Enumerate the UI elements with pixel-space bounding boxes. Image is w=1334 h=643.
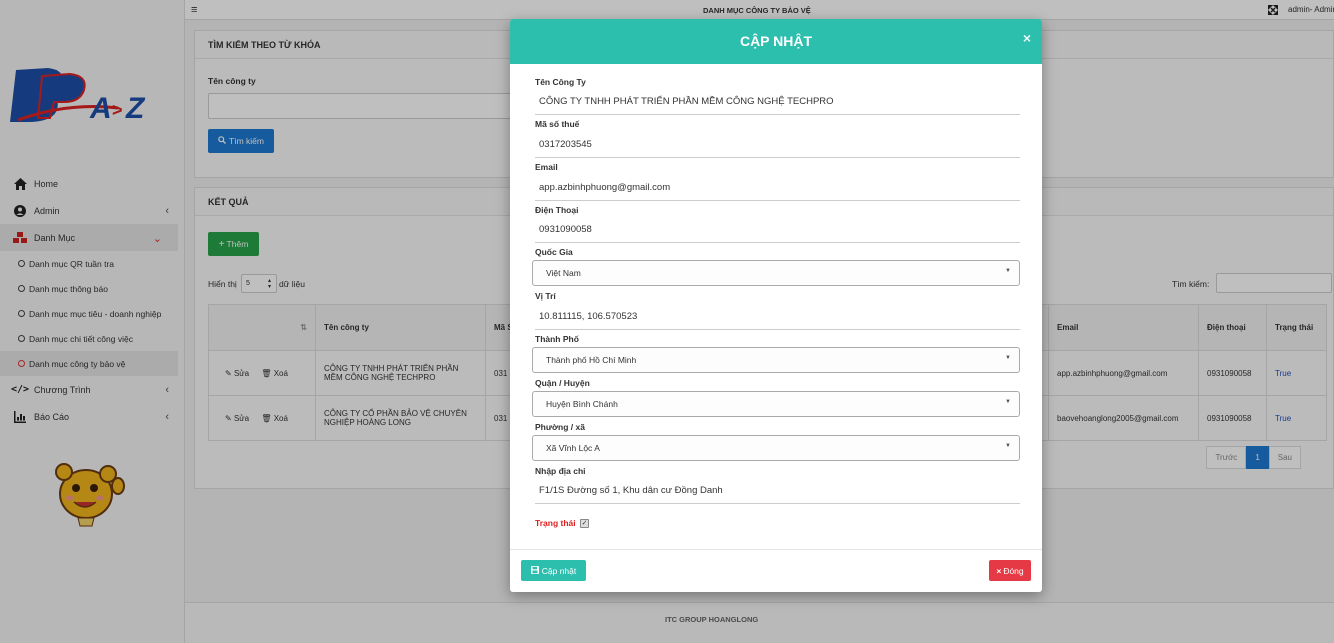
company-name-field[interactable]: CÔNG TY TNHH PHÁT TRIỂN PHẦN MỀM CÔNG NG…: [535, 89, 1020, 115]
modal-footer-divider: [510, 549, 1042, 550]
district-value: Huyện Bình Chánh: [546, 399, 618, 409]
ward-value: Xã Vĩnh Lộc A: [546, 443, 600, 453]
city-label: Thành Phố: [535, 334, 579, 344]
close-x-icon: ×: [996, 565, 1002, 576]
email-field[interactable]: app.azbinhphuong@gmail.com: [535, 175, 1020, 201]
city-value: Thành phố Hồ Chí Minh: [546, 355, 637, 365]
tax-code-label: Mã số thuế: [535, 119, 580, 129]
status-label: Trạng thái: [535, 518, 576, 528]
address-field[interactable]: F1/1S Đường số 1, Khu dân cư Đồng Danh: [535, 478, 1020, 504]
country-value: Việt Nam: [546, 268, 581, 278]
location-field[interactable]: 10.811115, 106.570523: [535, 304, 1020, 330]
chevron-down-icon: ▼: [1005, 355, 1011, 361]
ward-select[interactable]: Xã Vĩnh Lộc A ▼: [532, 435, 1020, 461]
save-icon: [530, 565, 539, 576]
status-checkbox[interactable]: ✓: [580, 519, 589, 528]
close-button[interactable]: × Đóng: [989, 560, 1031, 581]
district-select[interactable]: Huyện Bình Chánh ▼: [532, 391, 1020, 417]
phone-field[interactable]: 0931090058: [535, 217, 1020, 243]
address-label: Nhập địa chỉ: [535, 466, 586, 476]
company-name-label: Tên Công Ty: [535, 77, 586, 87]
update-modal: CẬP NHẬT × Tên Công Ty CÔNG TY TNHH PHÁT…: [510, 19, 1042, 592]
close-button-label: Đóng: [1003, 565, 1024, 576]
chevron-down-icon: ▼: [1005, 268, 1011, 274]
modal-header: CẬP NHẬT ×: [510, 19, 1042, 64]
chevron-down-icon: ▼: [1005, 443, 1011, 449]
update-button-label: Cập nhật: [541, 565, 577, 576]
country-select[interactable]: Việt Nam ▼: [532, 260, 1020, 286]
country-label: Quốc Gia: [535, 247, 573, 257]
city-select[interactable]: Thành phố Hồ Chí Minh ▼: [532, 347, 1020, 373]
modal-title: CẬP NHẬT: [739, 33, 813, 49]
location-label: Vị Trí: [535, 291, 556, 301]
close-icon[interactable]: ×: [1023, 30, 1031, 46]
update-button[interactable]: Cập nhật: [521, 560, 586, 581]
phone-label: Điện Thoại: [535, 205, 579, 215]
chevron-down-icon: ▼: [1005, 399, 1011, 405]
ward-label: Phường / xã: [535, 422, 585, 432]
email-label: Email: [535, 162, 558, 172]
tax-code-field[interactable]: 0317203545: [535, 132, 1020, 158]
district-label: Quận / Huyện: [535, 378, 590, 388]
